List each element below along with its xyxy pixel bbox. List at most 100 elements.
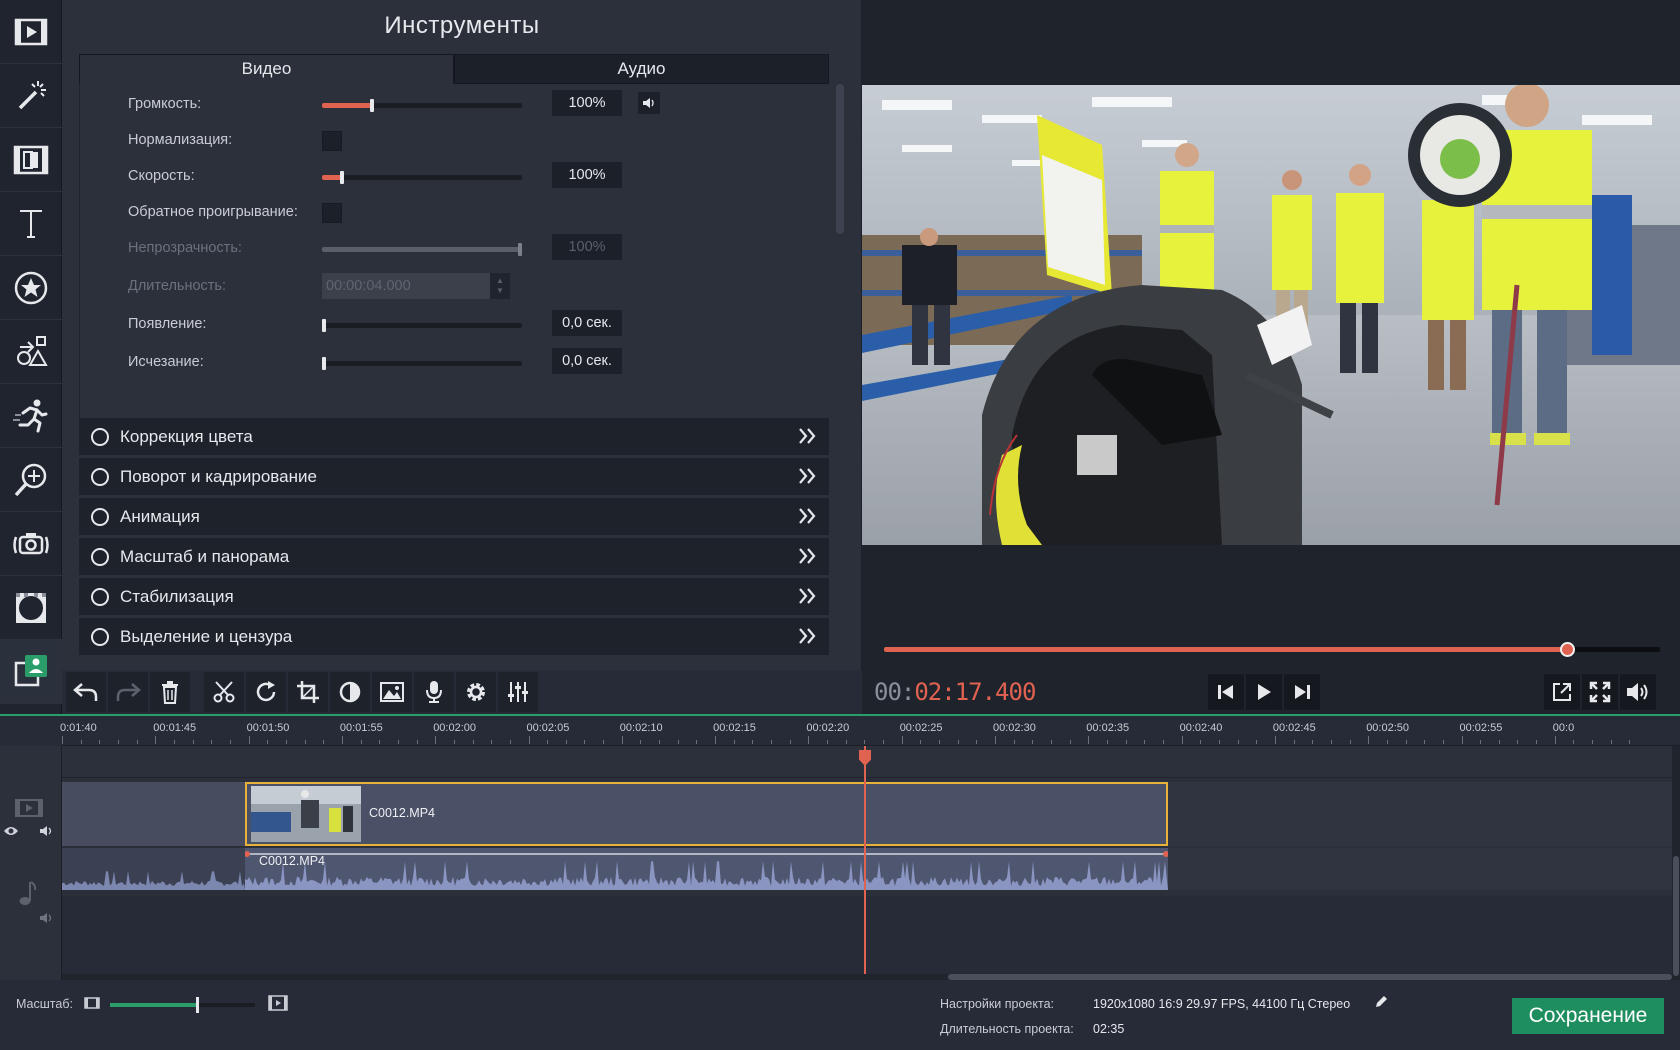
ruler-tick xyxy=(1405,740,1407,744)
double-chevron-icon xyxy=(799,428,816,444)
audio-track[interactable]: C0012.MP4 xyxy=(62,848,1672,890)
screen-capture-button[interactable] xyxy=(0,512,62,576)
tracks-area[interactable]: C0012.MP4 C0012.MP4 xyxy=(62,746,1672,1004)
section-radio[interactable] xyxy=(91,587,109,606)
stickers-button[interactable] xyxy=(0,256,62,320)
settings-button[interactable] xyxy=(456,672,496,712)
fullscreen-button[interactable] xyxy=(1582,674,1618,710)
section-row[interactable]: Стабилизация xyxy=(79,578,829,615)
volume-slider[interactable] xyxy=(322,99,522,112)
effects-button[interactable] xyxy=(0,384,62,448)
gear-icon xyxy=(467,683,485,701)
section-radio[interactable] xyxy=(91,467,109,486)
next-frame-button[interactable] xyxy=(1284,674,1320,710)
filters-button[interactable] xyxy=(0,64,62,128)
transitions-button[interactable] xyxy=(0,128,62,192)
play-button[interactable] xyxy=(1246,674,1282,710)
ruler-tick xyxy=(435,736,437,744)
audio-track-previous-clip[interactable] xyxy=(62,848,245,890)
rotate-button[interactable] xyxy=(246,672,286,712)
music-track[interactable] xyxy=(62,896,1672,952)
fade-out-value[interactable]: 0,0 сек. xyxy=(552,348,622,374)
video-frame[interactable] xyxy=(862,85,1680,545)
fade-out-slider[interactable] xyxy=(322,357,522,370)
import-button[interactable] xyxy=(0,0,62,64)
redo-button[interactable] xyxy=(108,672,148,712)
section-row[interactable]: Выделение и цензура xyxy=(79,618,829,655)
eye-icon[interactable] xyxy=(3,825,19,837)
zoom-slider[interactable] xyxy=(110,997,255,1013)
ruler-tick xyxy=(248,736,250,744)
volume-slider-handle[interactable] xyxy=(370,99,374,112)
transitions-icon xyxy=(13,145,49,174)
ruler-tick xyxy=(603,740,605,744)
section-radio[interactable] xyxy=(91,507,109,526)
playhead[interactable] xyxy=(859,746,871,1004)
reverse-checkbox[interactable] xyxy=(322,203,342,223)
timeline-vscroll-thumb[interactable] xyxy=(1673,856,1679,976)
volume-button[interactable] xyxy=(1620,674,1656,710)
timeline-vertical-scrollbar[interactable] xyxy=(1672,746,1680,982)
playback-progress-bar[interactable] xyxy=(884,642,1660,657)
video-track[interactable]: C0012.MP4 xyxy=(62,782,1672,846)
zoom-slider-handle[interactable] xyxy=(196,997,199,1013)
split-button[interactable] xyxy=(204,672,244,712)
titles-button[interactable] xyxy=(0,192,62,256)
music-volume-icon[interactable] xyxy=(39,912,55,924)
audio-clip[interactable]: C0012.MP4 xyxy=(245,848,1168,890)
speed-slider-handle[interactable] xyxy=(340,171,344,184)
video-clip[interactable]: C0012.MP4 xyxy=(245,782,1168,846)
zoom-button[interactable] xyxy=(0,448,62,512)
pencil-icon[interactable] xyxy=(1374,995,1388,1009)
ruler-label: 00:0 xyxy=(1552,722,1575,734)
ruler-tick xyxy=(1256,740,1258,744)
ruler-tick xyxy=(547,740,549,744)
delete-button[interactable] xyxy=(150,672,190,712)
chroma-key-button[interactable] xyxy=(0,576,62,640)
section-radio[interactable] xyxy=(91,627,109,646)
undo-icon xyxy=(73,683,98,701)
section-radio[interactable] xyxy=(91,427,109,446)
video-track-previous-clip[interactable] xyxy=(62,782,245,846)
section-radio[interactable] xyxy=(91,547,109,566)
fade-in-value[interactable]: 0,0 сек. xyxy=(552,310,622,336)
previous-frame-button[interactable] xyxy=(1208,674,1244,710)
track-headers xyxy=(0,746,62,982)
clip-properties-button[interactable] xyxy=(372,672,412,712)
export-frame-button[interactable] xyxy=(1544,674,1580,710)
normalize-checkbox[interactable] xyxy=(322,131,342,151)
volume-value[interactable]: 100% xyxy=(552,90,622,116)
record-audio-button[interactable] xyxy=(414,672,454,712)
tools-scrollbar[interactable] xyxy=(836,84,844,234)
speed-value[interactable]: 100% xyxy=(552,162,622,188)
mute-button[interactable] xyxy=(638,92,660,114)
save-button[interactable]: Сохранение xyxy=(1512,998,1664,1034)
ruler-tick xyxy=(1610,740,1612,744)
color-adjust-button[interactable] xyxy=(330,672,370,712)
video-clip-name: C0012.MP4 xyxy=(369,806,436,820)
ruler-tick xyxy=(528,736,530,744)
fade-in-slider-handle[interactable] xyxy=(322,319,326,332)
ruler-tick xyxy=(62,736,63,744)
tab-video[interactable]: Видео xyxy=(79,54,454,84)
section-row[interactable]: Масштаб и панорама xyxy=(79,538,829,575)
speed-slider[interactable] xyxy=(322,171,522,184)
undo-button[interactable] xyxy=(66,672,106,712)
timeline-ruler[interactable]: 0:01:40 00:01:45 00:01:50 00:01:55 00:02:00 0… xyxy=(60,716,1680,746)
tab-audio[interactable]: Аудио xyxy=(454,54,829,84)
track-volume-icon[interactable] xyxy=(39,825,55,837)
section-row[interactable]: Анимация xyxy=(79,498,829,535)
fullscreen-icon xyxy=(1589,681,1611,703)
equalizer-button[interactable] xyxy=(498,672,538,712)
fade-out-slider-handle[interactable] xyxy=(322,357,326,370)
zoom-in-icon[interactable] xyxy=(268,995,288,1011)
playback-progress-handle[interactable] xyxy=(1559,642,1575,657)
section-row[interactable]: Поворот и кадрирование xyxy=(79,458,829,495)
callouts-button[interactable] xyxy=(0,320,62,384)
fade-in-slider[interactable] xyxy=(322,319,522,332)
section-row[interactable]: Коррекция цвета xyxy=(79,418,829,455)
ruler-tick xyxy=(1573,740,1575,744)
zoom-out-icon[interactable] xyxy=(84,997,100,1009)
record-video-button[interactable] xyxy=(0,640,62,704)
crop-button[interactable] xyxy=(288,672,328,712)
